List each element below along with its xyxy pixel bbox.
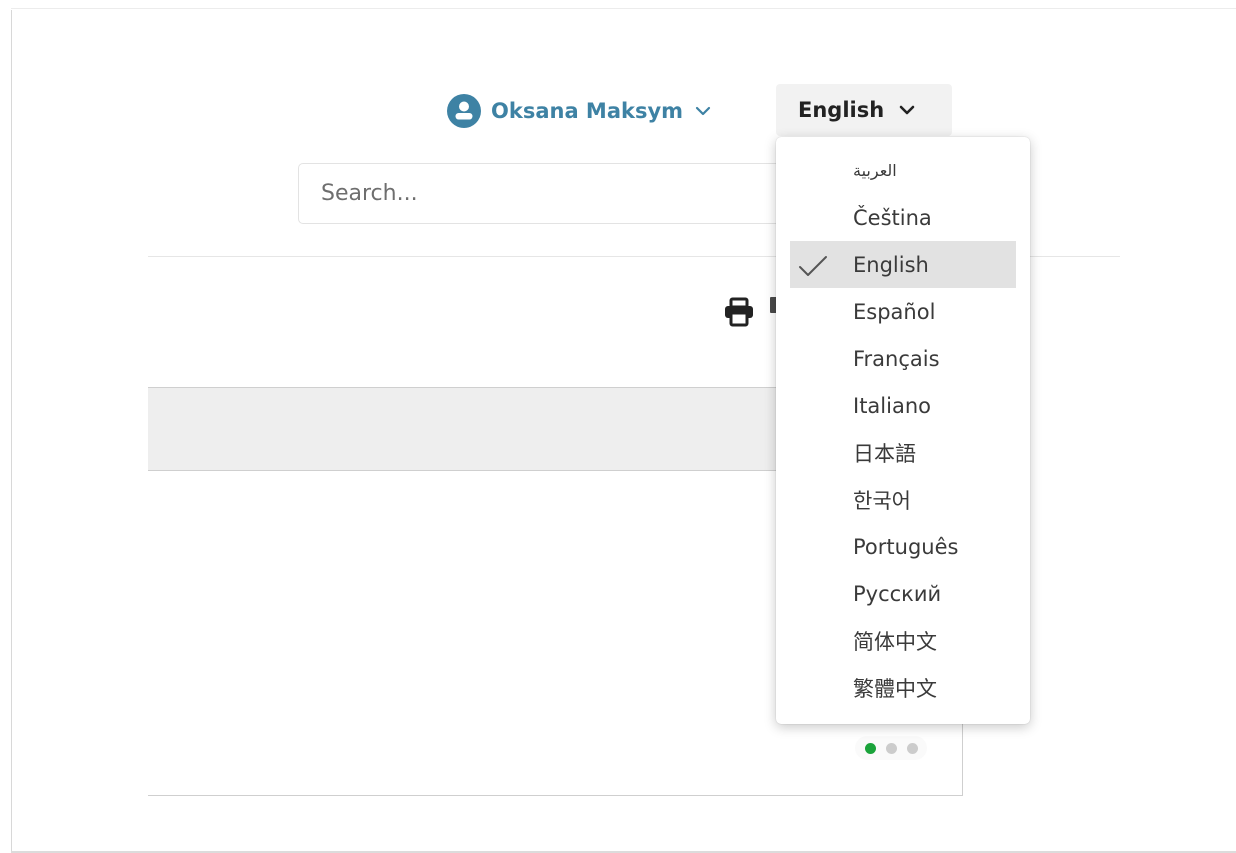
language-option-label: 日本語: [853, 441, 916, 466]
language-selector-label: English: [798, 98, 885, 122]
carousel-dot[interactable]: [906, 742, 918, 754]
language-option-english[interactable]: English: [790, 241, 1016, 288]
language-option-label: Čeština: [853, 205, 932, 230]
language-option-label: Español: [853, 299, 936, 324]
user-name: Oksana Maksym: [491, 99, 684, 123]
language-option-label: Português: [853, 534, 959, 559]
carousel-dot[interactable]: [885, 742, 897, 754]
language-option-french[interactable]: Français: [776, 335, 1030, 382]
language-option-arabic[interactable]: العربية: [776, 147, 1030, 194]
language-option-label: 简体中文: [853, 629, 937, 654]
language-option-traditional-chinese[interactable]: 繁體中文: [776, 664, 1030, 711]
language-option-italian[interactable]: Italiano: [776, 382, 1030, 429]
frame-top-edge: [11, 8, 1236, 9]
check-icon: [799, 256, 827, 276]
language-option-label: English: [853, 252, 929, 277]
language-option-portuguese[interactable]: Português: [776, 523, 1030, 570]
chevron-down-icon: [695, 106, 711, 116]
language-option-spanish[interactable]: Español: [776, 288, 1030, 335]
language-option-czech[interactable]: Čeština: [776, 194, 1030, 241]
printer-icon[interactable]: [723, 297, 755, 327]
language-option-label: Français: [853, 346, 940, 371]
search-input[interactable]: [298, 163, 798, 224]
language-option-label: Русский: [853, 581, 942, 606]
language-option-label: Italiano: [853, 393, 931, 418]
user-circle-icon: [447, 94, 481, 128]
language-dropdown-menu: العربية Čeština English Español Français…: [776, 137, 1030, 724]
frame-left-edge: [11, 10, 12, 853]
language-option-label: 繁體中文: [853, 676, 937, 701]
user-menu[interactable]: Oksana Maksym: [447, 94, 711, 128]
carousel-dots: [855, 736, 927, 760]
carousel-dot[interactable]: [864, 742, 876, 754]
language-option-simplified-chinese[interactable]: 简体中文: [776, 617, 1030, 664]
language-option-label: 한국어: [853, 488, 911, 513]
panel-bottom-border: [148, 795, 963, 796]
language-option-korean[interactable]: 한국어: [776, 476, 1030, 523]
language-option-russian[interactable]: Русский: [776, 570, 1030, 617]
language-option-label: العربية: [853, 161, 897, 180]
chevron-down-icon: [899, 105, 915, 115]
language-selector-button[interactable]: English: [776, 84, 952, 136]
language-option-japanese[interactable]: 日本語: [776, 429, 1030, 476]
